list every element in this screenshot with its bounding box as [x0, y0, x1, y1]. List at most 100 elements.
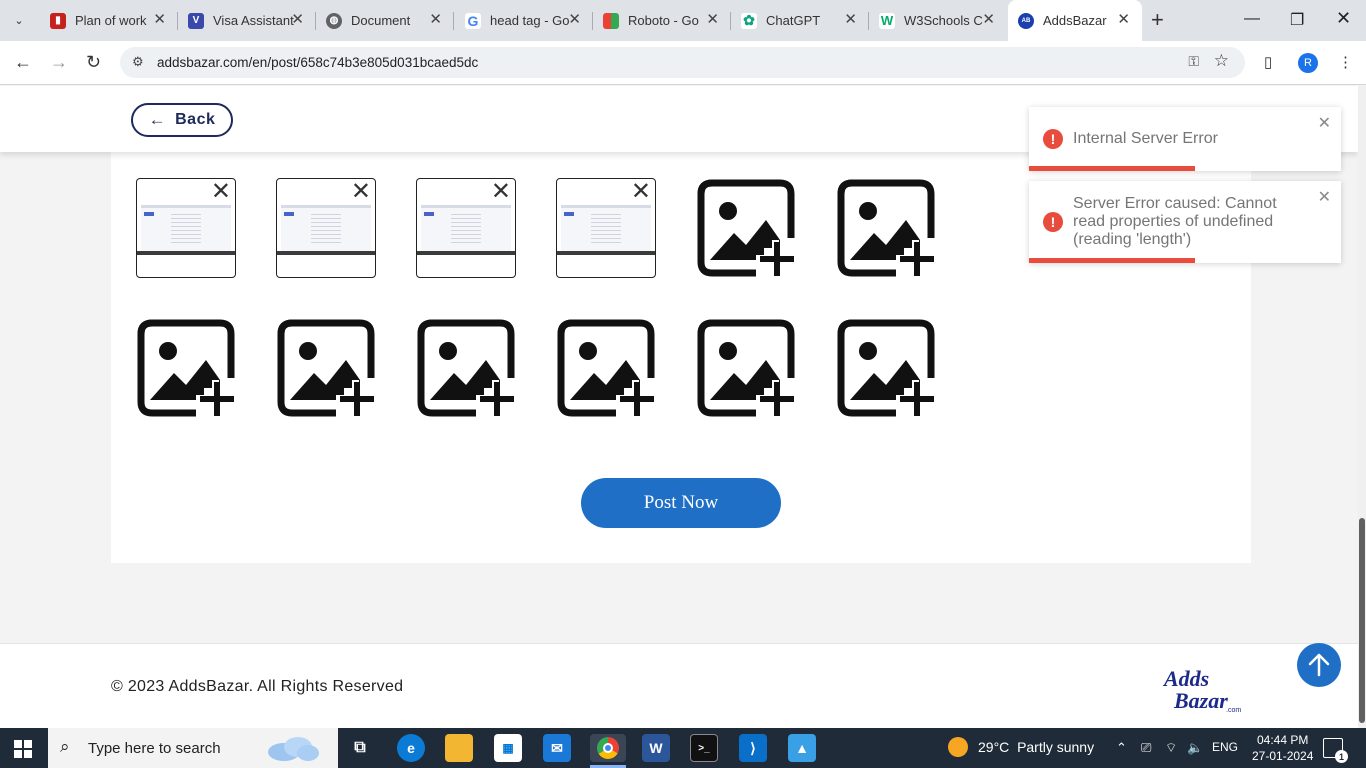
doc-red-icon: ▮: [50, 12, 66, 29]
tab-head-tag[interactable]: G head tag - Go ✕: [455, 0, 593, 41]
weather-widget[interactable]: 29°C Partly sunny: [948, 737, 1094, 757]
clock[interactable]: 04:44 PM 27-01-2024: [1252, 732, 1313, 764]
forward-arrow-icon[interactable]: →: [50, 52, 68, 72]
language-indicator[interactable]: ENG: [1212, 740, 1238, 754]
side-panel-icon[interactable]: ▯: [1264, 53, 1272, 71]
add-image-icon[interactable]: [416, 318, 516, 418]
back-button[interactable]: ← Back: [131, 103, 233, 137]
chrome-icon[interactable]: [590, 734, 626, 762]
close-icon[interactable]: ✕: [982, 12, 995, 28]
tab-document[interactable]: ◍ Document ✕: [316, 0, 454, 41]
edge-icon[interactable]: e: [397, 734, 425, 762]
add-image-icon[interactable]: [696, 178, 796, 278]
add-image-icon[interactable]: [136, 318, 236, 418]
add-image-icon[interactable]: [836, 318, 936, 418]
uploaded-image-thumbnail[interactable]: ✕: [136, 178, 236, 278]
window-close-icon[interactable]: ✕: [1336, 8, 1351, 29]
mail-icon[interactable]: ✉: [543, 734, 571, 762]
bookmark-star-icon[interactable]: ☆: [1214, 51, 1229, 71]
scroll-to-top-button[interactable]: [1297, 643, 1341, 687]
partly-sunny-icon: [948, 737, 968, 757]
task-view-icon[interactable]: ⧉: [346, 734, 374, 762]
wifi-icon[interactable]: ⌔: [1165, 740, 1177, 756]
addsbazar-icon: AB: [1018, 12, 1034, 29]
notifications-icon[interactable]: 1: [1323, 738, 1348, 763]
add-image-icon[interactable]: [836, 178, 936, 278]
new-tab-icon[interactable]: +: [1151, 8, 1164, 32]
close-icon[interactable]: ✕: [429, 12, 442, 28]
menu-dots-icon[interactable]: ⋮: [1338, 53, 1353, 71]
globe-icon: ◍: [326, 12, 342, 29]
error-toast: ! Internal Server Error ✕: [1029, 107, 1341, 171]
key-icon[interactable]: ⚿: [1188, 53, 1199, 70]
uploaded-image-thumbnail[interactable]: ✕: [556, 178, 656, 278]
close-icon[interactable]: ✕: [1117, 12, 1130, 28]
back-arrow-icon[interactable]: ←: [14, 52, 32, 72]
footer: © 2023 AddsBazar. All Rights Reserved Ad…: [0, 643, 1358, 728]
meet-icon[interactable]: ⎚: [1141, 740, 1151, 756]
add-image-icon[interactable]: [556, 318, 656, 418]
toast-close-icon[interactable]: ✕: [1318, 113, 1331, 133]
fonts-icon: [603, 12, 619, 29]
tab-plan-of-work[interactable]: ▮ Plan of work ✕: [40, 0, 178, 41]
arrow-left-icon: ←: [148, 110, 167, 129]
addsbazar-logo[interactable]: Adds Bazar .com: [1158, 664, 1244, 716]
word-icon[interactable]: W: [642, 734, 670, 762]
address-bar[interactable]: ⚙ addsbazar.com/en/post/658c74b3e805d031…: [120, 47, 1245, 78]
error-icon: !: [1043, 129, 1063, 149]
svg-text:Bazar: Bazar: [1173, 688, 1228, 713]
minimize-icon[interactable]: —: [1244, 10, 1260, 28]
restore-icon[interactable]: ❐: [1290, 10, 1304, 30]
google-icon: G: [465, 12, 481, 29]
store-icon[interactable]: ▦: [494, 734, 522, 762]
close-icon[interactable]: ✕: [291, 12, 304, 28]
volume-muted-icon[interactable]: 🔈: [1187, 740, 1203, 756]
windows-taskbar: ⌕ Type here to search ⧉ e ▦ ✉ W >_ ⟩ ▲ 2…: [0, 728, 1366, 768]
remove-image-icon[interactable]: ✕: [351, 180, 371, 204]
tab-roboto[interactable]: Roboto - Go ✕: [593, 0, 731, 41]
url-text[interactable]: addsbazar.com/en/post/658c74b3e805d031bc…: [157, 55, 478, 70]
browser-toolbar: ← → ↻ ⚙ addsbazar.com/en/post/658c74b3e8…: [0, 41, 1366, 85]
add-image-icon[interactable]: [696, 318, 796, 418]
terminal-icon[interactable]: >_: [690, 734, 718, 762]
tab-chatgpt[interactable]: ✿ ChatGPT ✕: [731, 0, 869, 41]
arrow-up-icon: [1308, 653, 1330, 677]
close-icon[interactable]: ✕: [844, 12, 857, 28]
cloud-icon: [268, 737, 319, 761]
close-icon[interactable]: ✕: [568, 12, 581, 28]
post-now-button[interactable]: Post Now: [581, 478, 781, 528]
search-icon: ⌕: [60, 737, 70, 756]
profile-avatar[interactable]: R: [1298, 53, 1318, 73]
reload-icon[interactable]: ↻: [86, 52, 101, 72]
tab-addsbazar[interactable]: AB AddsBazar ✕: [1008, 0, 1142, 41]
toast-close-icon[interactable]: ✕: [1318, 187, 1331, 207]
vscode-icon[interactable]: ⟩: [739, 734, 767, 762]
file-explorer-icon[interactable]: [445, 734, 473, 762]
w3schools-icon: W: [879, 12, 895, 29]
windows-start-icon[interactable]: [14, 740, 32, 758]
taskbar-search[interactable]: ⌕ Type here to search: [48, 728, 338, 768]
browser-tabstrip: ⌄ ▮ Plan of work ✕ V Visa Assistant ✕ ◍ …: [0, 0, 1366, 41]
photos-icon[interactable]: ▲: [788, 734, 816, 762]
svg-text:.com: .com: [1226, 707, 1241, 714]
tab-search-icon[interactable]: ⌄: [6, 8, 32, 32]
uploaded-image-thumbnail[interactable]: ✕: [276, 178, 376, 278]
remove-image-icon[interactable]: ✕: [631, 180, 651, 204]
remove-image-icon[interactable]: ✕: [211, 180, 231, 204]
site-settings-icon[interactable]: ⚙: [132, 54, 144, 70]
toast-progress-bar: [1029, 258, 1195, 263]
tab-visa-assistant[interactable]: V Visa Assistant ✕: [178, 0, 316, 41]
chatgpt-icon: ✿: [741, 12, 757, 29]
tab-w3schools[interactable]: W W3Schools C ✕: [869, 0, 1007, 41]
close-icon[interactable]: ✕: [706, 12, 719, 28]
chevron-up-icon[interactable]: ⌃: [1116, 740, 1127, 756]
remove-image-icon[interactable]: ✕: [491, 180, 511, 204]
add-image-icon[interactable]: [276, 318, 376, 418]
uploaded-image-thumbnail[interactable]: ✕: [416, 178, 516, 278]
error-icon: !: [1043, 212, 1063, 232]
page-scrollbar[interactable]: [1358, 86, 1366, 728]
visa-icon: V: [188, 12, 204, 29]
toast-progress-bar: [1029, 166, 1195, 171]
copyright-text: © 2023 AddsBazar. All Rights Reserved: [111, 678, 404, 695]
close-icon[interactable]: ✕: [153, 12, 166, 28]
